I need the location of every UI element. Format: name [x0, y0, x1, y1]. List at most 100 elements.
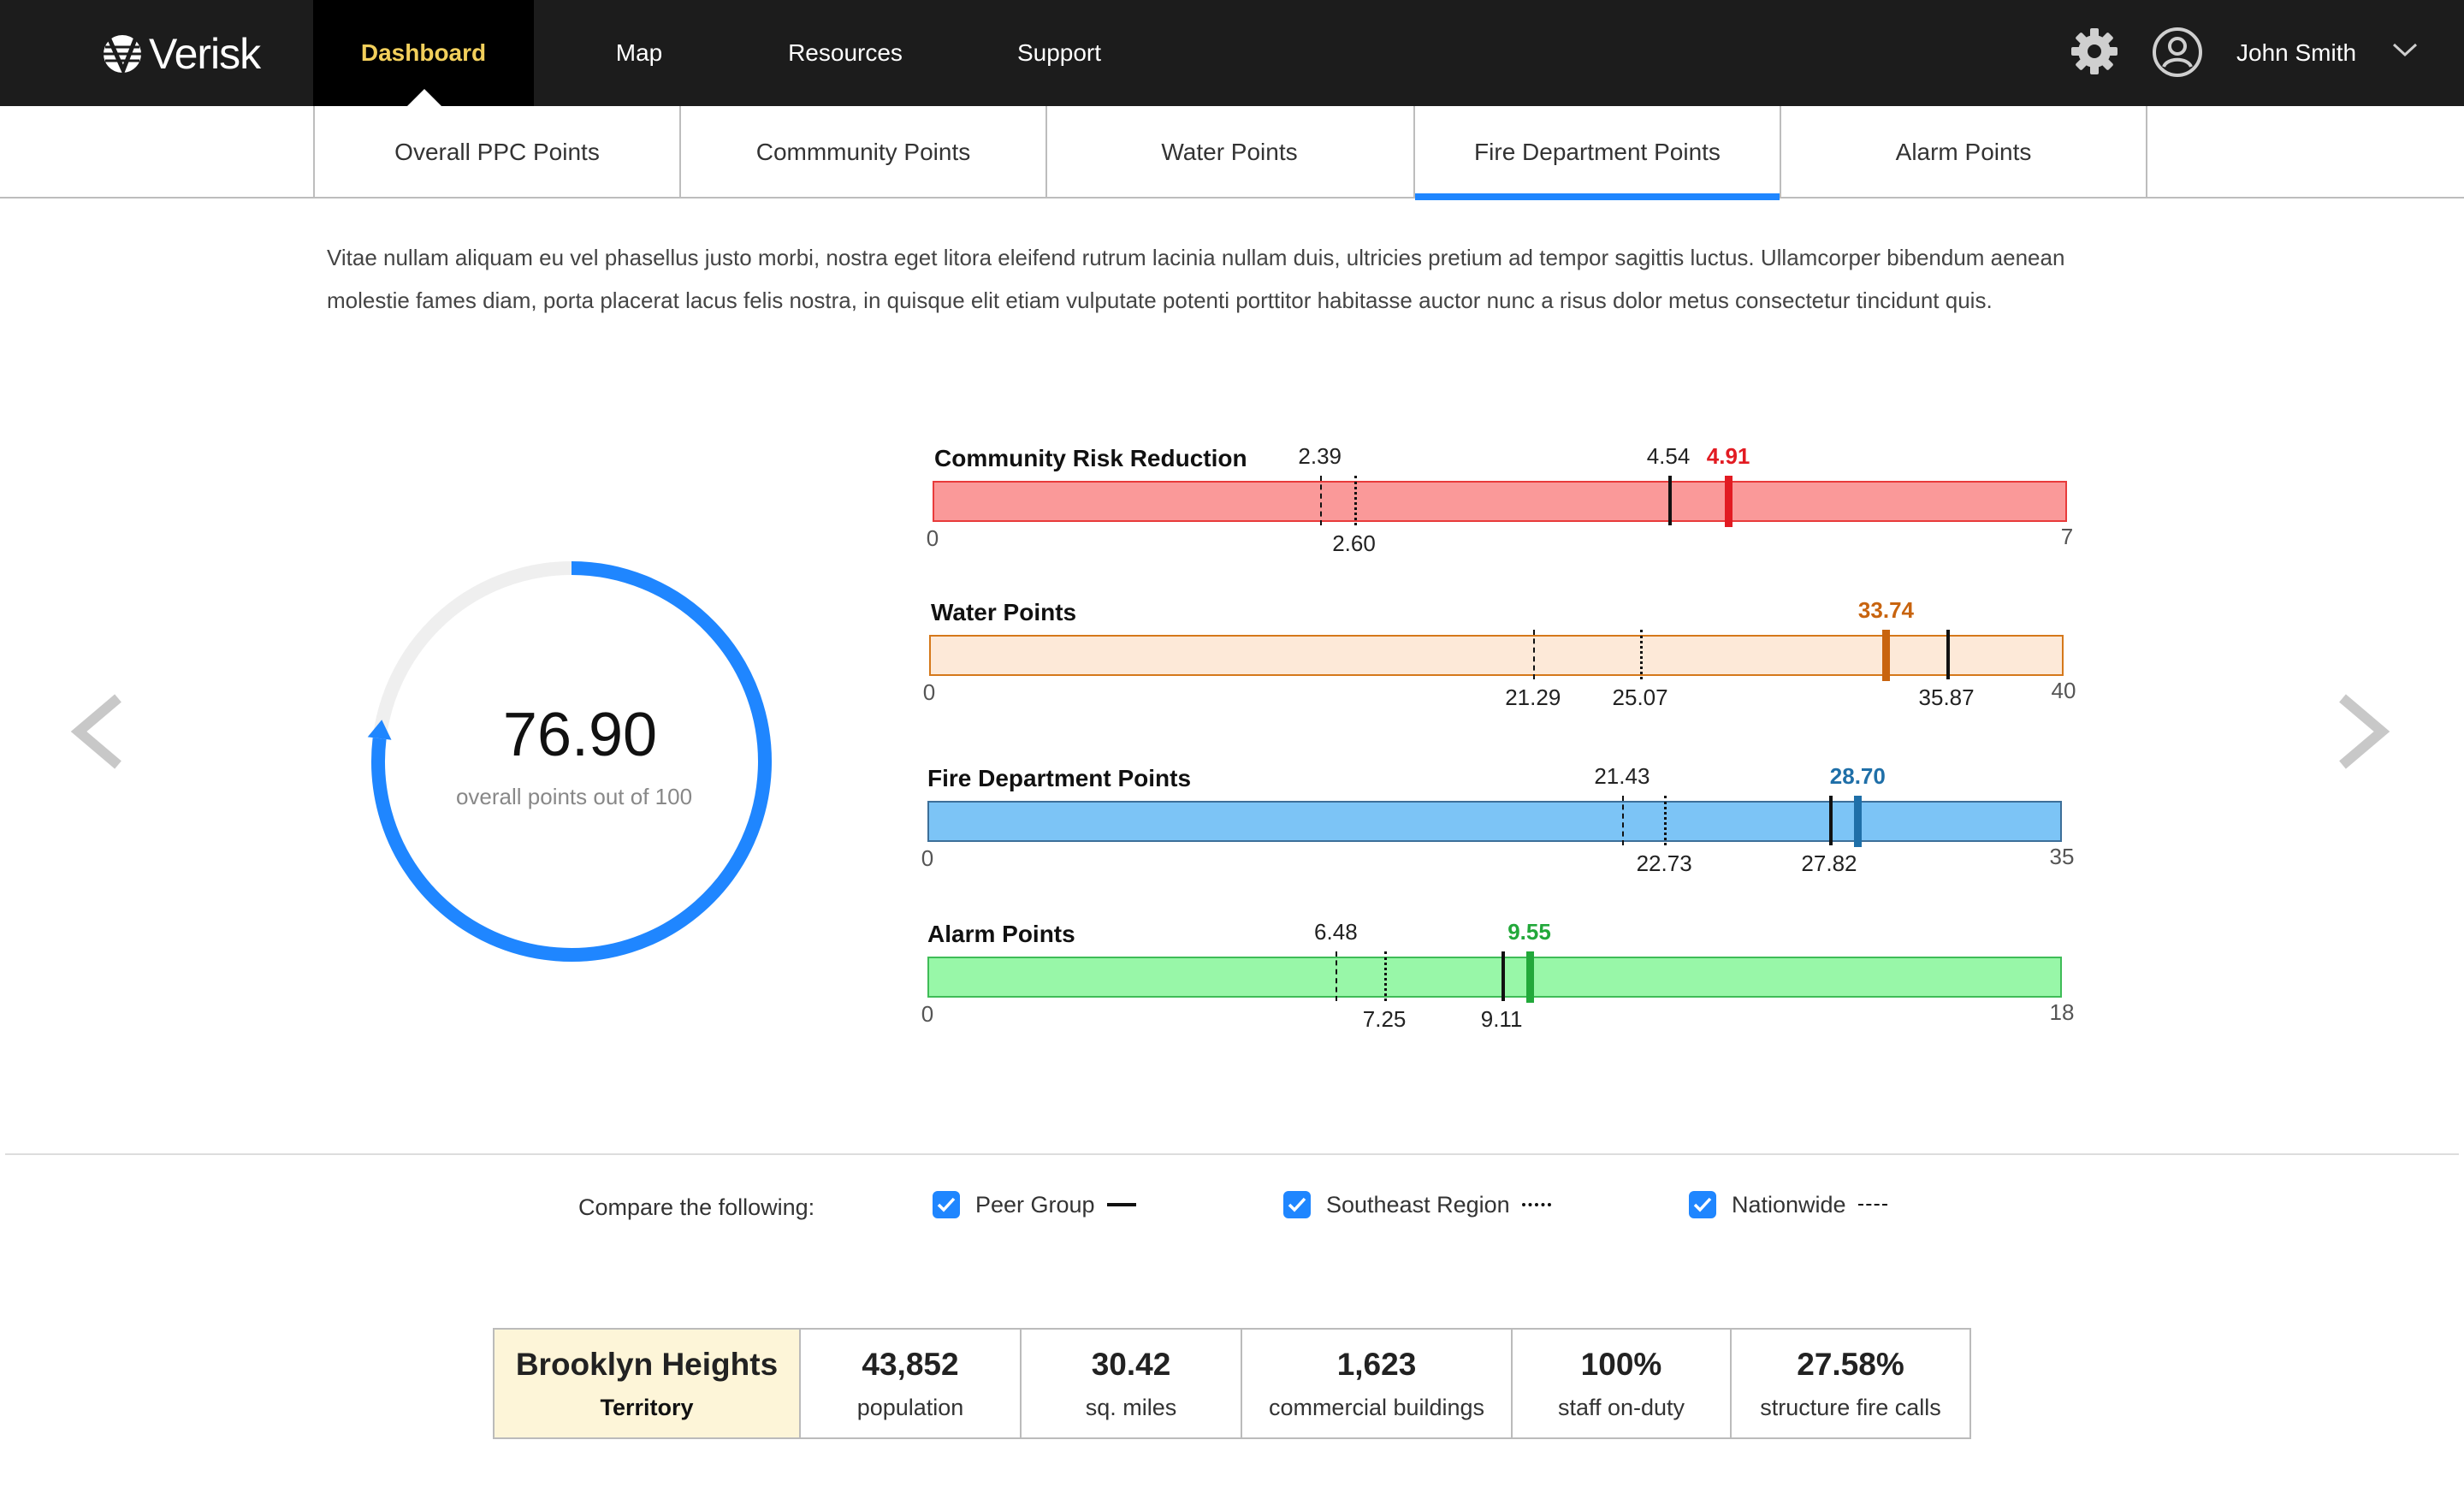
bar-track [927, 801, 2062, 842]
dotted-line-legend [1521, 1203, 1551, 1206]
nationwide-label: 2.39 [1298, 443, 1342, 469]
peer-group-label: 27.82 [1801, 850, 1857, 876]
tab-water-points[interactable]: Water Points [1045, 106, 1412, 199]
axis-min-label: 0 [926, 525, 939, 551]
checkbox-checked-icon[interactable] [1689, 1191, 1716, 1218]
verisk-globe-icon [104, 35, 141, 75]
points-bar-row: Community Risk Reduction 2.39 2.60 4.54 4.91… [856, 428, 2122, 582]
compare-peer-group-checkbox[interactable]: Peer Group [933, 1191, 1136, 1218]
territory-value-marker [1854, 796, 1863, 847]
tab-alarm-points[interactable]: Alarm Points [1780, 106, 2147, 199]
nav-map-label: Map [615, 39, 663, 66]
page-description: Vitae nullam aliquam eu vel phasellus ju… [327, 245, 2065, 313]
bar-track [929, 635, 2064, 676]
peer-group-label: 35.87 [1918, 684, 1975, 710]
axis-min-label: 0 [921, 1001, 934, 1027]
compare-southeast-region-checkbox[interactable]: Southeast Region [1283, 1191, 1551, 1218]
southeast-region-label: 7.25 [1362, 1006, 1407, 1032]
nationwide-marker [1336, 951, 1338, 1001]
nav-dashboard-label: Dashboard [360, 39, 487, 66]
nav-support[interactable]: Support [984, 0, 1134, 106]
next-arrow-icon[interactable] [2332, 693, 2392, 770]
tab-overall-ppc-points[interactable]: Overall PPC Points [313, 106, 679, 199]
tab-label: Overall PPC Points [394, 139, 600, 165]
points-comparison-chart: Community Risk Reduction 2.39 2.60 4.54 4.91… [856, 428, 2122, 1078]
nav-map[interactable]: Map [573, 0, 705, 106]
southeast-region-marker [1353, 476, 1357, 525]
southeast-region-label: 25.07 [1612, 684, 1668, 710]
gear-icon[interactable] [2070, 27, 2118, 75]
chevron-down-icon[interactable] [2392, 41, 2418, 58]
compare-option-label: Peer Group [975, 1191, 1095, 1218]
peer-group-marker [1946, 630, 1951, 679]
compare-label: Compare the following: [578, 1194, 815, 1220]
territory-stats-table: Brooklyn Heights Territory 43,852 popula… [493, 1328, 1971, 1439]
overall-points-caption: overall points out of 100 [455, 784, 693, 809]
stat-label: staff on-duty [1557, 1394, 1685, 1420]
bar-track [933, 481, 2067, 522]
peer-group-marker [1668, 476, 1672, 525]
stat-staff-on-duty: 100% staff on-duty [1511, 1330, 1730, 1437]
stat-value: 27.58% [1797, 1346, 1904, 1382]
solid-line-legend [1106, 1203, 1136, 1206]
tab-label: Alarm Points [1895, 139, 2032, 165]
stat-sq-miles: 30.42 sq. miles [1020, 1330, 1241, 1437]
axis-max-label: 18 [2049, 999, 2075, 1025]
user-circle-icon[interactable] [2152, 27, 2203, 78]
axis-max-label: 40 [2051, 678, 2076, 703]
checkbox-checked-icon[interactable] [933, 1191, 960, 1218]
overall-points-value: 76.90 [502, 701, 658, 769]
nav-support-label: Support [1016, 39, 1102, 66]
stat-value: 1,623 [1336, 1346, 1417, 1382]
nav-resources-label: Resources [788, 39, 903, 66]
user-name[interactable]: John Smith [2236, 39, 2356, 67]
territory-value-label: 4.91 [1706, 443, 1750, 469]
axis-max-label: 35 [2049, 844, 2075, 869]
points-bar-row: Water Points 21.29 25.07 35.87 33.74 0 40 [856, 582, 2122, 736]
stat-value: 43,852 [862, 1346, 959, 1382]
peer-group-marker [1828, 796, 1833, 845]
tab-label: Commmunity Points [755, 139, 971, 165]
axis-min-label: 0 [922, 679, 936, 705]
top-navigation-bar: Verisk Dashboard Map Resources Support J… [0, 0, 2464, 108]
verisk-logo[interactable]: Verisk [101, 29, 261, 79]
nationwide-label: 21.43 [1594, 763, 1650, 789]
points-tab-bar: Overall PPC Points Commmunity Points Wat… [0, 106, 2464, 200]
nationwide-marker [1319, 476, 1322, 525]
stat-structure-fire-calls: 27.58% structure fire calls [1730, 1330, 1969, 1437]
bar-title: Alarm Points [927, 921, 1075, 947]
stat-value: 30.42 [1091, 1346, 1171, 1382]
southeast-region-label: 2.60 [1332, 530, 1376, 556]
territory-cell: Brooklyn Heights Territory [495, 1330, 799, 1437]
brand-name: Verisk [149, 30, 261, 78]
stat-label: commercial buildings [1268, 1394, 1485, 1420]
tab-label: Fire Department Points [1474, 139, 1721, 165]
nav-resources[interactable]: Resources [761, 0, 929, 106]
tab-fire-department-points[interactable]: Fire Department Points [1413, 106, 1780, 200]
territory-value-label: 33.74 [1857, 597, 1915, 623]
nationwide-marker [1532, 630, 1535, 679]
active-nav-caret [406, 89, 443, 108]
tab-community-points[interactable]: Commmunity Points [679, 106, 1045, 199]
compare-nationwide-checkbox[interactable]: Nationwide [1689, 1191, 1887, 1218]
section-divider [5, 1153, 2459, 1155]
checkbox-checked-icon[interactable] [1283, 1191, 1311, 1218]
nationwide-label: 21.29 [1505, 684, 1561, 710]
previous-arrow-icon[interactable] [68, 693, 128, 770]
stat-label: structure fire calls [1760, 1394, 1941, 1420]
peer-group-marker [1502, 951, 1506, 1001]
compare-option-label: Southeast Region [1326, 1191, 1510, 1218]
southeast-region-marker [1664, 796, 1667, 845]
bar-title: Community Risk Reduction [934, 445, 1247, 471]
southeast-region-marker [1640, 630, 1644, 679]
axis-max-label: 7 [2060, 524, 2074, 549]
southeast-region-label: 22.73 [1636, 850, 1692, 876]
territory-value-label: 9.55 [1507, 919, 1551, 945]
territory-value-marker [1725, 476, 1733, 527]
bar-title: Water Points [931, 599, 1077, 625]
dashed-line-legend [1857, 1204, 1887, 1206]
nationwide-label: 6.48 [1314, 919, 1358, 945]
bar-title: Fire Department Points [927, 765, 1192, 791]
stat-label: population [856, 1394, 964, 1420]
axis-min-label: 0 [921, 845, 934, 871]
